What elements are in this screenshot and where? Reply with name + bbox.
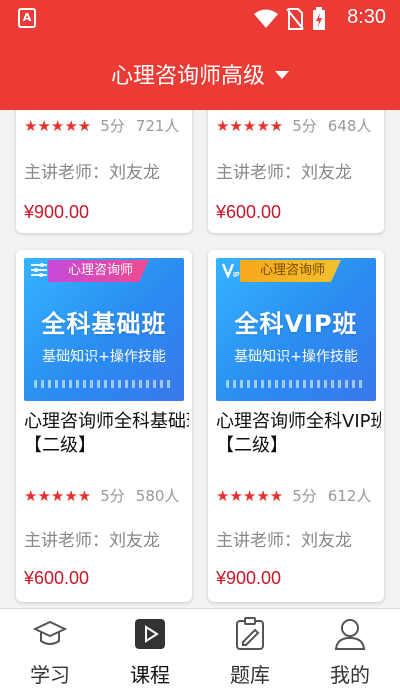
rating-stars: ★★★★★: [24, 117, 92, 135]
course-price: ¥900.00: [216, 568, 282, 588]
course-thumbnail: IP 心理咨询师 全科VIP班 基础知识+操作技能: [216, 258, 376, 401]
category-selector[interactable]: 心理咨询师高级: [0, 38, 400, 110]
teacher-name: 主讲老师：刘友龙: [216, 531, 352, 551]
clipboard-edit-icon: [236, 617, 264, 650]
course-title: 心理咨询师全科VIP班 【二级】: [216, 410, 381, 458]
rating-stars: ★★★★★: [216, 117, 284, 135]
no-sim-icon: [286, 8, 304, 30]
rating-stars: ★★★★★: [24, 487, 92, 505]
course-thumbnail: 心理咨询师 全科基础班 基础知识+操作技能: [24, 258, 184, 401]
rating-row: ★★★★★ 5分 648人: [216, 116, 371, 136]
teacher-name: 主讲老师：刘友龙: [24, 163, 160, 183]
course-title-line: 心理咨询师全科VIP班: [216, 411, 381, 432]
rating-stars: ★★★★★: [216, 487, 284, 505]
thumbnail-subtitle: 基础知识+操作技能: [42, 349, 166, 365]
course-title: 心理咨询师全科基础班 【二级】: [24, 410, 189, 458]
status-bar: A 8:30: [0, 0, 400, 38]
graduation-cap-icon: [33, 620, 67, 645]
course-list[interactable]: ★★★★★ 5分 721人 主讲老师：刘友龙 ¥900.00 ★★★★★ 5分 …: [0, 110, 400, 608]
thumbnail-subtitle: 基础知识+操作技能: [234, 349, 358, 365]
course-price: ¥600.00: [24, 568, 90, 588]
rating-score: 5分: [100, 487, 125, 505]
course-title-level: 【二级】: [216, 435, 288, 456]
learner-count: 580人: [135, 487, 180, 505]
tab-mine[interactable]: 我的: [300, 609, 400, 700]
caret-down-icon: [275, 71, 289, 79]
category-badge: 心理咨询师: [240, 260, 342, 282]
clock: 8:30: [347, 6, 386, 28]
rating-score: 5分: [292, 117, 317, 135]
course-card[interactable]: IP 心理咨询师 全科VIP班 基础知识+操作技能 心理咨询师全科VIP班 【二…: [208, 250, 384, 602]
play-icon: [135, 619, 165, 649]
arrows-decoration: [34, 380, 174, 388]
tab-study[interactable]: 学习: [0, 609, 100, 700]
wifi-icon: [254, 9, 278, 28]
settings-sliders-icon: [30, 262, 48, 280]
tab-label: 学习: [30, 663, 70, 687]
tab-label: 我的: [330, 663, 370, 687]
category-badge: 心理咨询师: [48, 260, 150, 282]
course-card[interactable]: 心理咨询师 全科基础班 基础知识+操作技能 心理咨询师全科基础班 【二级】 ★★…: [16, 250, 192, 602]
course-title-line: 心理咨询师全科基础班: [24, 411, 189, 432]
teacher-name: 主讲老师：刘友龙: [216, 163, 352, 183]
rating-score: 5分: [100, 117, 125, 135]
course-title-level: 【二级】: [24, 435, 96, 456]
rating-score: 5分: [292, 487, 317, 505]
rating-row: ★★★★★ 5分 721人: [24, 116, 179, 136]
course-price: ¥900.00: [24, 202, 90, 222]
course-card[interactable]: ★★★★★ 5分 648人 主讲老师：刘友龙 ¥600.00: [208, 110, 384, 233]
battery-charging-icon: [313, 7, 325, 30]
vip-icon: IP: [221, 262, 240, 280]
tab-label: 题库: [230, 663, 270, 687]
thumbnail-title: 全科VIP班: [234, 310, 358, 338]
thumbnail-title: 全科基础班: [41, 310, 167, 338]
status-icons: [254, 7, 326, 31]
rating-row: ★★★★★ 5分 580人: [24, 486, 179, 506]
learner-count: 648人: [327, 117, 372, 135]
tab-courses[interactable]: 课程: [100, 609, 200, 700]
user-icon: [334, 619, 366, 650]
tab-label: 课程: [130, 663, 170, 687]
page-title: 心理咨询师高级: [110, 64, 265, 89]
learner-count: 612人: [327, 487, 372, 505]
rating-row: ★★★★★ 5分 612人: [216, 486, 371, 506]
course-card[interactable]: ★★★★★ 5分 721人 主讲老师：刘友龙 ¥900.00: [16, 110, 192, 233]
course-price: ¥600.00: [216, 202, 282, 222]
learner-count: 721人: [135, 117, 180, 135]
app-notification-icon: A: [18, 8, 36, 28]
tab-question-bank[interactable]: 题库: [200, 609, 300, 700]
teacher-name: 主讲老师：刘友龙: [24, 531, 160, 551]
bottom-tab-bar: 学习 课程 题库 我的: [0, 608, 400, 700]
svg-text:IP: IP: [233, 272, 240, 278]
arrows-decoration: [226, 380, 366, 388]
